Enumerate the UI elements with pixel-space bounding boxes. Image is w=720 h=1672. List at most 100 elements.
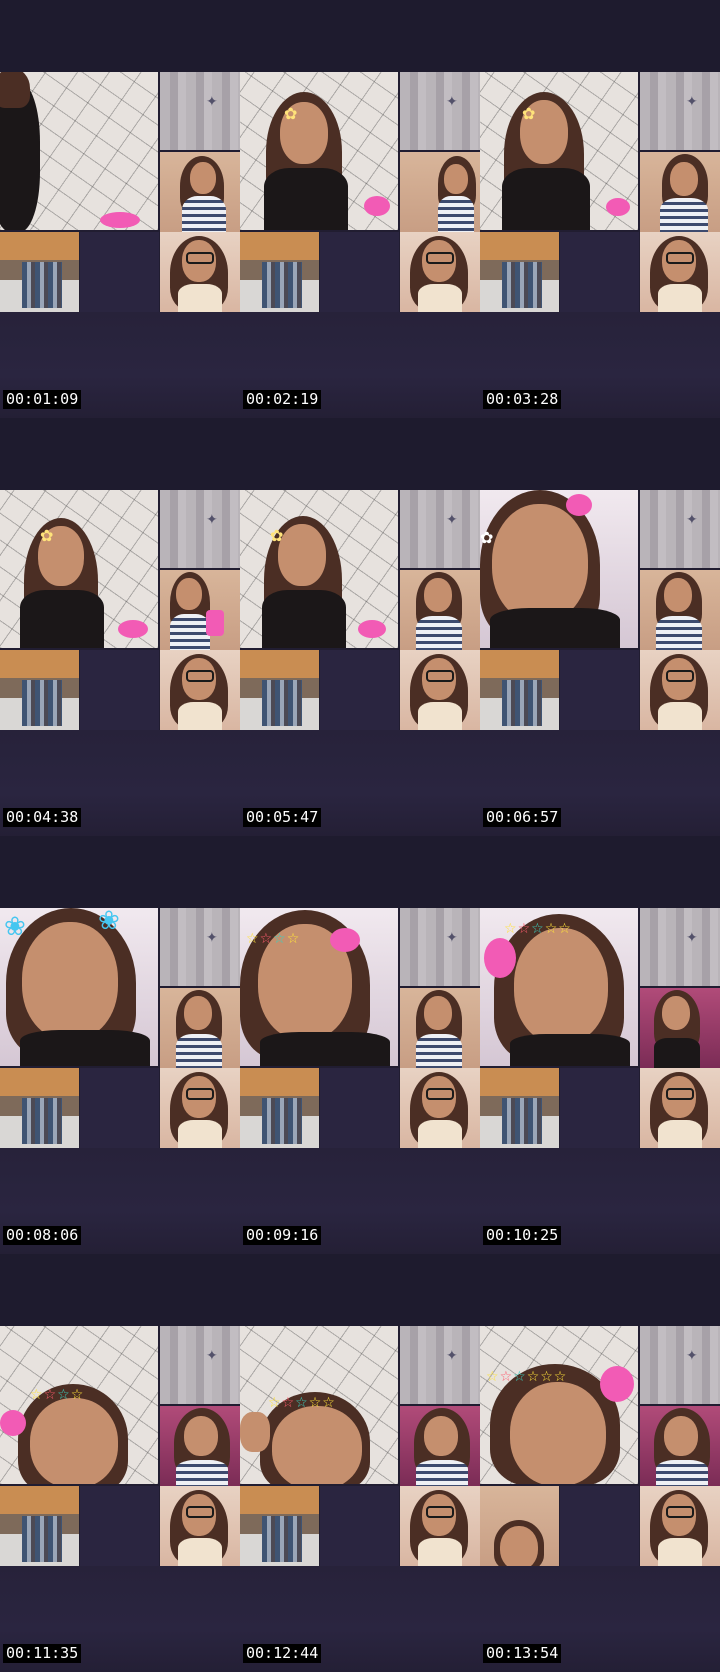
participant-tile	[160, 570, 240, 650]
participant-tile	[480, 650, 559, 730]
star-crown-filter-icon: ☆☆☆☆☆☆	[486, 1369, 568, 1385]
frame-5[interactable]: ✿ 00:05:47	[240, 418, 480, 836]
main-video-tile	[0, 72, 158, 230]
participant-tile	[400, 988, 480, 1068]
timestamp-label: 00:04:38	[3, 808, 82, 827]
frame-2[interactable]: ✿ 00:02:19	[240, 0, 480, 418]
main-video-tile: ☆☆☆☆	[0, 1326, 158, 1484]
participant-tile	[400, 152, 480, 232]
empty-tile	[80, 232, 159, 312]
empty-tile	[320, 232, 399, 312]
butterfly-bow-filter-icon: ❀	[4, 912, 26, 942]
participant-tile	[480, 1486, 559, 1566]
empty-tile	[80, 650, 159, 730]
frame-7[interactable]: ❀ ❀ 00:08:06	[0, 836, 240, 1254]
participant-tile	[0, 1068, 79, 1148]
timestamp-label: 00:11:35	[3, 1644, 82, 1663]
empty-tile	[560, 650, 639, 730]
main-video-tile: ✿	[480, 490, 638, 648]
frame-6[interactable]: ✿ 00:06:57	[480, 418, 720, 836]
main-video-tile: ✿	[240, 72, 398, 230]
participant-tile	[640, 570, 720, 650]
participant-tile	[160, 490, 240, 568]
participant-tile	[640, 1326, 720, 1404]
empty-tile	[80, 1486, 159, 1566]
participant-tile	[400, 232, 480, 312]
participant-tile	[160, 988, 240, 1068]
flower-filter-icon: ✿	[270, 526, 284, 545]
participant-tile	[160, 152, 240, 232]
participant-tile	[160, 72, 240, 150]
participant-tile	[400, 1068, 480, 1148]
flower-filter-icon: ✿	[40, 526, 54, 545]
participant-tile	[480, 232, 559, 312]
participant-tile	[240, 1486, 319, 1566]
frame-8[interactable]: ☆☆☆☆ 00:09:16	[240, 836, 480, 1254]
participant-tile	[640, 988, 720, 1068]
participant-tile	[640, 232, 720, 312]
flower-filter-icon: ✿	[480, 528, 494, 547]
star-crown-filter-icon: ☆☆☆☆☆	[504, 921, 572, 937]
participant-tile	[160, 650, 240, 730]
timestamp-label: 00:09:16	[243, 1226, 322, 1245]
participant-tile	[400, 490, 480, 568]
empty-tile	[560, 1486, 639, 1566]
participant-tile	[400, 1406, 480, 1486]
frame-1[interactable]: 00:01:09	[0, 0, 240, 418]
participant-tile	[160, 1068, 240, 1148]
frame-4[interactable]: ✿ 00:04:38	[0, 418, 240, 836]
empty-tile	[320, 1486, 399, 1566]
participant-tile	[640, 908, 720, 986]
participant-tile	[0, 650, 79, 730]
timestamp-label: 00:08:06	[3, 1226, 82, 1245]
timestamp-label: 00:01:09	[3, 390, 82, 409]
timestamp-label: 00:06:57	[483, 808, 562, 827]
participant-tile	[480, 1068, 559, 1148]
main-video-tile: ☆☆☆☆☆	[480, 908, 638, 1066]
frame-11[interactable]: ☆☆☆☆☆ 00:12:44	[240, 1254, 480, 1672]
participant-tile	[640, 152, 720, 232]
frame-3[interactable]: ✿ 00:03:28	[480, 0, 720, 418]
main-video-tile: ✿	[240, 490, 398, 648]
participant-tile	[640, 490, 720, 568]
timestamp-label: 00:02:19	[243, 390, 322, 409]
participant-tile	[0, 1486, 79, 1566]
participant-tile	[240, 232, 319, 312]
empty-tile	[320, 1068, 399, 1148]
empty-tile	[560, 232, 639, 312]
main-video-tile: ☆☆☆☆☆☆	[480, 1326, 638, 1484]
star-crown-filter-icon: ☆☆☆☆	[30, 1387, 85, 1403]
participant-tile	[400, 1326, 480, 1404]
frame-12[interactable]: ☆☆☆☆☆☆ 00:13:54	[480, 1254, 720, 1672]
participant-tile	[160, 1486, 240, 1566]
empty-tile	[560, 1068, 639, 1148]
participant-tile	[160, 232, 240, 312]
empty-tile	[80, 1068, 159, 1148]
flower-filter-icon: ✿	[522, 104, 536, 123]
participant-tile	[400, 1486, 480, 1566]
frame-10[interactable]: ☆☆☆☆ 00:11:35	[0, 1254, 240, 1672]
participant-tile	[160, 908, 240, 986]
timestamp-label: 00:13:54	[483, 1644, 562, 1663]
main-video-tile: ✿	[480, 72, 638, 230]
participant-tile	[640, 72, 720, 150]
participant-tile	[160, 1326, 240, 1404]
participant-tile	[400, 570, 480, 650]
participant-tile	[400, 908, 480, 986]
participant-tile	[400, 650, 480, 730]
timestamp-label: 00:05:47	[243, 808, 322, 827]
main-video-tile: ☆☆☆☆	[240, 908, 398, 1066]
timestamp-label: 00:12:44	[243, 1644, 322, 1663]
star-crown-filter-icon: ☆☆☆☆☆	[268, 1395, 336, 1411]
participant-tile	[160, 1406, 240, 1486]
flower-filter-icon: ✿	[284, 104, 298, 123]
participant-tile	[640, 650, 720, 730]
frame-9[interactable]: ☆☆☆☆☆ 00:10:25	[480, 836, 720, 1254]
timestamp-label: 00:03:28	[483, 390, 562, 409]
main-video-tile: ☆☆☆☆☆	[240, 1326, 398, 1484]
participant-tile	[640, 1406, 720, 1486]
participant-tile	[640, 1486, 720, 1566]
participant-tile	[0, 232, 79, 312]
timestamp-label: 00:10:25	[483, 1226, 562, 1245]
participant-tile	[400, 72, 480, 150]
